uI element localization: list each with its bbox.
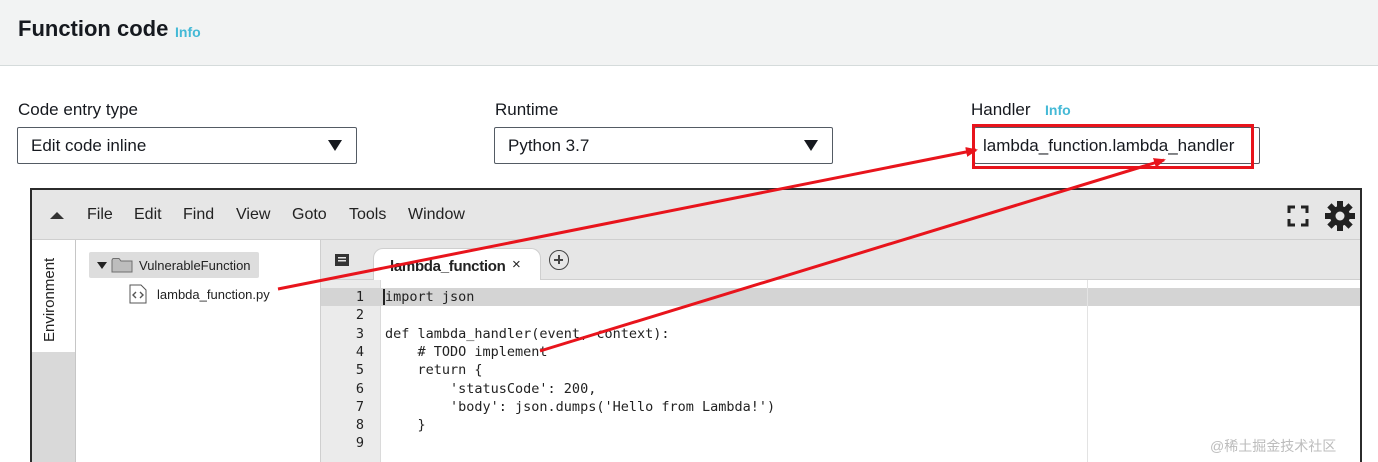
handler-label: Handler [971,100,1031,119]
code-line: 'body': json.dumps('Hello from Lambda!') [385,398,776,415]
section-header: Function code Info [0,0,1378,66]
line-number: 6 [355,380,364,397]
line-number: 8 [355,417,364,434]
collapse-arrow-icon[interactable] [50,212,64,219]
runtime-value: Python 3.7 [508,136,590,155]
line-number: 2 [355,307,364,324]
code-line: # TODO implement [385,343,548,360]
line-number: 5 [355,362,364,379]
runtime-select[interactable]: Python 3.7 [494,127,833,164]
fullscreen-icon[interactable] [1287,205,1309,227]
page-title: Function code [18,16,169,41]
tab-lambda-function[interactable]: lambda_function × [373,248,541,281]
add-tab-icon[interactable] [549,250,569,270]
menu-goto[interactable]: Goto [292,206,327,224]
code-entry-type-value: Edit code inline [31,136,147,155]
info-link[interactable]: Info [175,24,201,40]
line-number: 9 [355,435,364,452]
environment-tab[interactable]: Environment [32,240,76,352]
editor-pane: lambda_function × 1 2 3 4 5 6 7 8 9 impo… [320,240,1360,462]
menu-window[interactable]: Window [408,206,465,224]
code-text-area[interactable]: import json def lambda_handler(event, co… [381,280,1360,462]
gear-icon[interactable] [1324,200,1356,232]
line-number: 4 [355,343,364,360]
tree-folder-label: VulnerableFunction [139,258,251,273]
folder-icon [111,258,133,273]
code-line: import json [385,289,475,305]
handler-input[interactable] [974,127,1260,164]
line-number: 3 [355,325,364,342]
menu-tools[interactable]: Tools [349,206,386,224]
code-entry-type-label: Code entry type [18,100,139,119]
environment-tab-label: Environment [41,257,58,342]
code-line: 'statusCode': 200, [385,380,597,397]
handler-info-link[interactable]: Info [1045,102,1071,118]
runtime-label: Runtime [495,100,559,119]
environment-sidebar: Environment [32,240,76,462]
dropdown-arrow-icon [804,140,818,151]
tab-list-icon[interactable] [335,254,351,268]
menu-find[interactable]: Find [183,206,214,224]
python-file-icon [129,284,147,304]
code-entry-type-select[interactable]: Edit code inline [17,127,357,164]
ide-menubar: File Edit Find View Goto Tools Window [32,190,1360,240]
menu-file[interactable]: File [87,206,113,224]
gutter-active-line [321,288,381,306]
editor-tabbar: lambda_function × [321,240,1360,281]
tree-folder-item[interactable]: VulnerableFunction [89,252,259,278]
dropdown-arrow-icon [328,140,342,151]
tab-label: lambda_function [390,258,506,275]
code-line: def lambda_handler(event, context): [385,325,670,342]
line-number: 7 [355,398,364,415]
code-line: return { [385,362,483,379]
caret-down-icon[interactable] [97,262,107,269]
active-line-highlight [381,288,1360,306]
menu-view[interactable]: View [236,206,270,224]
watermark: @稀土掘金技术社区 [1210,438,1337,454]
code-line: } [385,417,426,434]
menu-edit[interactable]: Edit [134,206,162,224]
code-editor-ide: File Edit Find View Goto Tools Window En… [30,188,1362,462]
line-number-gutter: 1 2 3 4 5 6 7 8 9 [321,280,381,462]
tree-file-label: lambda_function.py [157,287,270,302]
close-icon[interactable]: × [512,256,521,273]
file-tree: VulnerableFunction lambda_function.py [77,240,320,462]
line-number: 1 [355,289,364,305]
print-margin [1087,280,1088,462]
